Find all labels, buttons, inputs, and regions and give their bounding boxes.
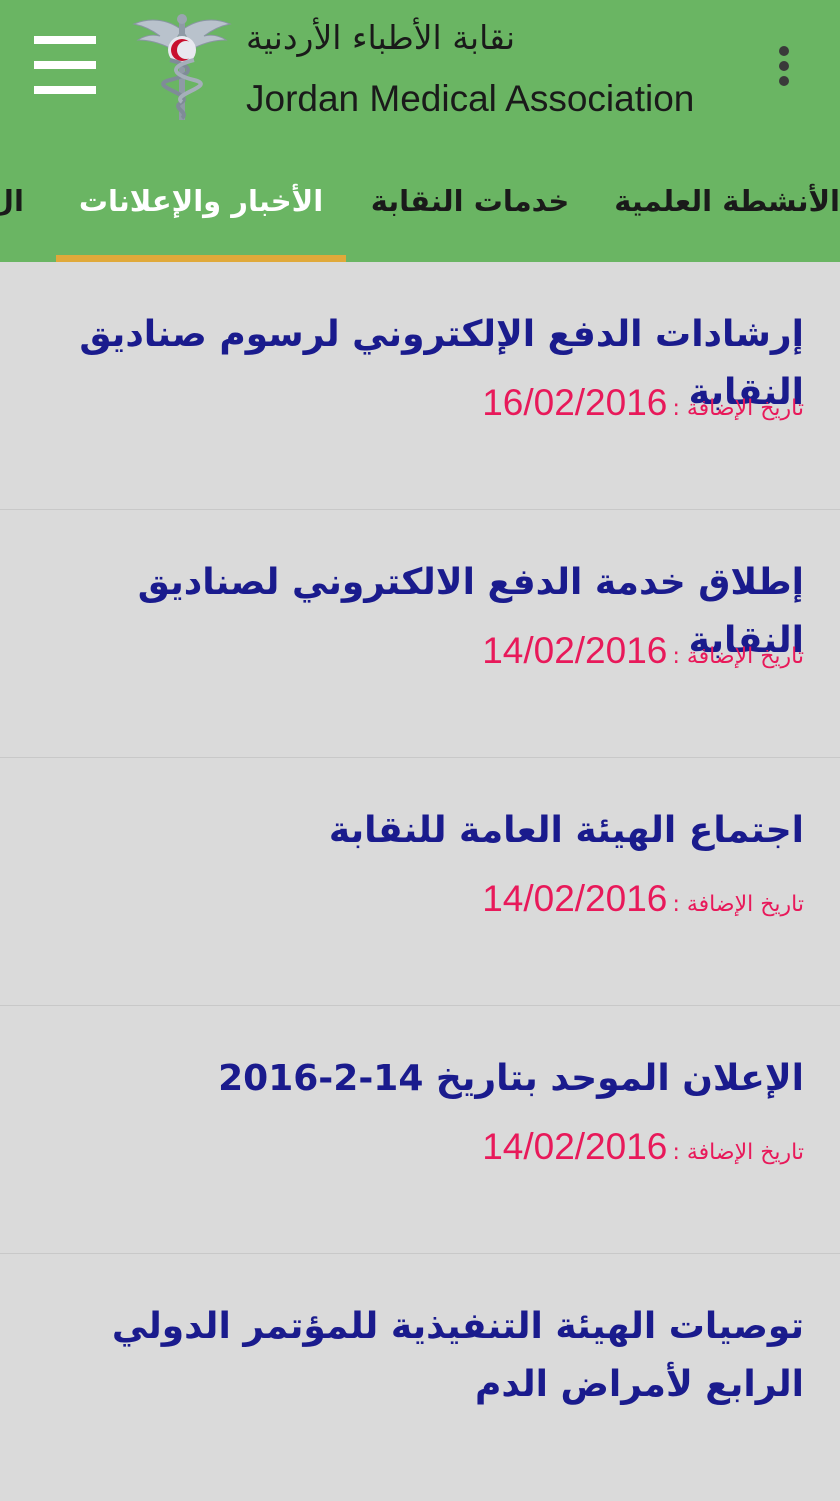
app-title-arabic: نقابة الأطباء الأردنية bbox=[246, 18, 516, 57]
date-label: تاريخ الإضافة : bbox=[672, 1140, 804, 1165]
news-item[interactable]: إطلاق خدمة الدفع الالكتروني لصناديق النق… bbox=[0, 510, 840, 758]
date-value: 16/02/2016 bbox=[482, 382, 668, 423]
date-value: 14/02/2016 bbox=[482, 630, 668, 671]
tab-partial[interactable]: ال bbox=[0, 140, 24, 262]
news-date-row: تاريخ الإضافة : 14/02/2016 bbox=[482, 630, 804, 672]
news-item[interactable]: اجتماع الهيئة العامة للنقابة تاريخ الإضا… bbox=[0, 758, 840, 1006]
date-label: تاريخ الإضافة : bbox=[672, 396, 804, 421]
news-title: توصيات الهيئة التنفيذية للمؤتمر الدولي ا… bbox=[111, 1306, 804, 1405]
tab-news-announcements[interactable]: الأخبار والإعلانات bbox=[56, 140, 346, 262]
date-label: تاريخ الإضافة : bbox=[672, 644, 804, 669]
active-tab-indicator bbox=[56, 255, 346, 262]
date-label: تاريخ الإضافة : bbox=[672, 892, 804, 917]
caduceus-logo bbox=[132, 14, 232, 120]
news-list: إرشادات الدفع الإلكتروني لرسوم صناديق ال… bbox=[0, 262, 840, 1501]
tab-scientific-activities[interactable]: الأنشطة العلمية bbox=[614, 140, 840, 262]
app-bar: نقابة الأطباء الأردنية Jordan Medical As… bbox=[0, 0, 840, 262]
news-date-row: تاريخ الإضافة : 14/02/2016 bbox=[482, 878, 804, 920]
news-item[interactable]: إرشادات الدفع الإلكتروني لرسوم صناديق ال… bbox=[0, 262, 840, 510]
news-title: الإعلان الموحد بتاريخ 14-2-2016 bbox=[218, 1058, 804, 1099]
news-date-row: تاريخ الإضافة : 14/02/2016 bbox=[482, 1126, 804, 1168]
news-date-row: تاريخ الإضافة : 16/02/2016 bbox=[482, 382, 804, 424]
app-title-english: Jordan Medical Association bbox=[246, 78, 695, 119]
tab-association-services[interactable]: خدمات النقابة bbox=[352, 140, 588, 262]
menu-icon[interactable] bbox=[30, 32, 100, 98]
news-item[interactable]: الإعلان الموحد بتاريخ 14-2-2016 تاريخ ال… bbox=[0, 1006, 840, 1254]
news-title: اجتماع الهيئة العامة للنقابة bbox=[328, 810, 804, 851]
news-item[interactable]: توصيات الهيئة التنفيذية للمؤتمر الدولي ا… bbox=[0, 1254, 840, 1501]
date-value: 14/02/2016 bbox=[482, 878, 668, 919]
overflow-menu-icon[interactable] bbox=[768, 40, 800, 92]
date-value: 14/02/2016 bbox=[482, 1126, 668, 1167]
tab-bar: الأنشطة العلمية خدمات النقابة الأخبار وا… bbox=[0, 140, 840, 262]
